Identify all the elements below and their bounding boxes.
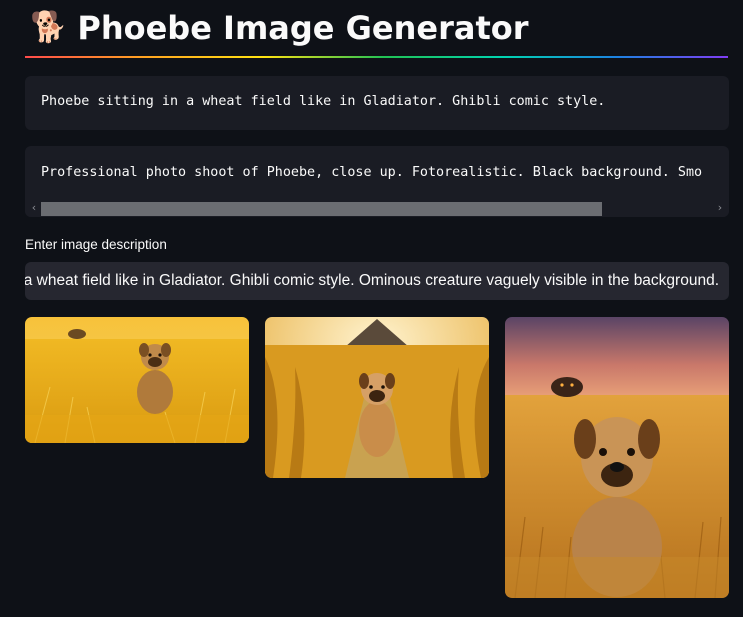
generated-image-2-art <box>265 317 489 478</box>
description-label: Enter image description <box>25 237 167 252</box>
generated-image-1[interactable] <box>25 317 249 443</box>
page-title: 🐕 Phoebe Image Generator <box>30 8 529 48</box>
scroll-right-icon[interactable]: › <box>713 201 727 215</box>
horizontal-scrollbar[interactable]: ‹ › <box>25 200 729 217</box>
generated-image-3[interactable] <box>505 317 729 598</box>
page-title-text: Phoebe Image Generator <box>77 9 529 47</box>
prompt-code-block-1: Phoebe sitting in a wheat field like in … <box>25 76 729 130</box>
description-input-value[interactable]: n a wheat field like in Gladiator. Ghibl… <box>25 272 719 290</box>
dog-icon: 🐕 <box>30 10 68 45</box>
generated-image-3-art <box>505 317 729 598</box>
description-input[interactable]: n a wheat field like in Gladiator. Ghibl… <box>25 262 729 300</box>
generated-image-2[interactable] <box>265 317 489 478</box>
scrollbar-thumb[interactable] <box>41 202 602 216</box>
prompt-text-1: Phoebe sitting in a wheat field like in … <box>41 94 606 109</box>
scroll-left-icon[interactable]: ‹ <box>27 201 41 215</box>
prompt-code-block-2: Professional photo shoot of Phoebe, clos… <box>25 146 729 217</box>
prompt-text-2: Professional photo shoot of Phoebe, clos… <box>41 165 703 180</box>
title-divider <box>25 56 728 58</box>
generated-image-1-art <box>25 317 249 443</box>
